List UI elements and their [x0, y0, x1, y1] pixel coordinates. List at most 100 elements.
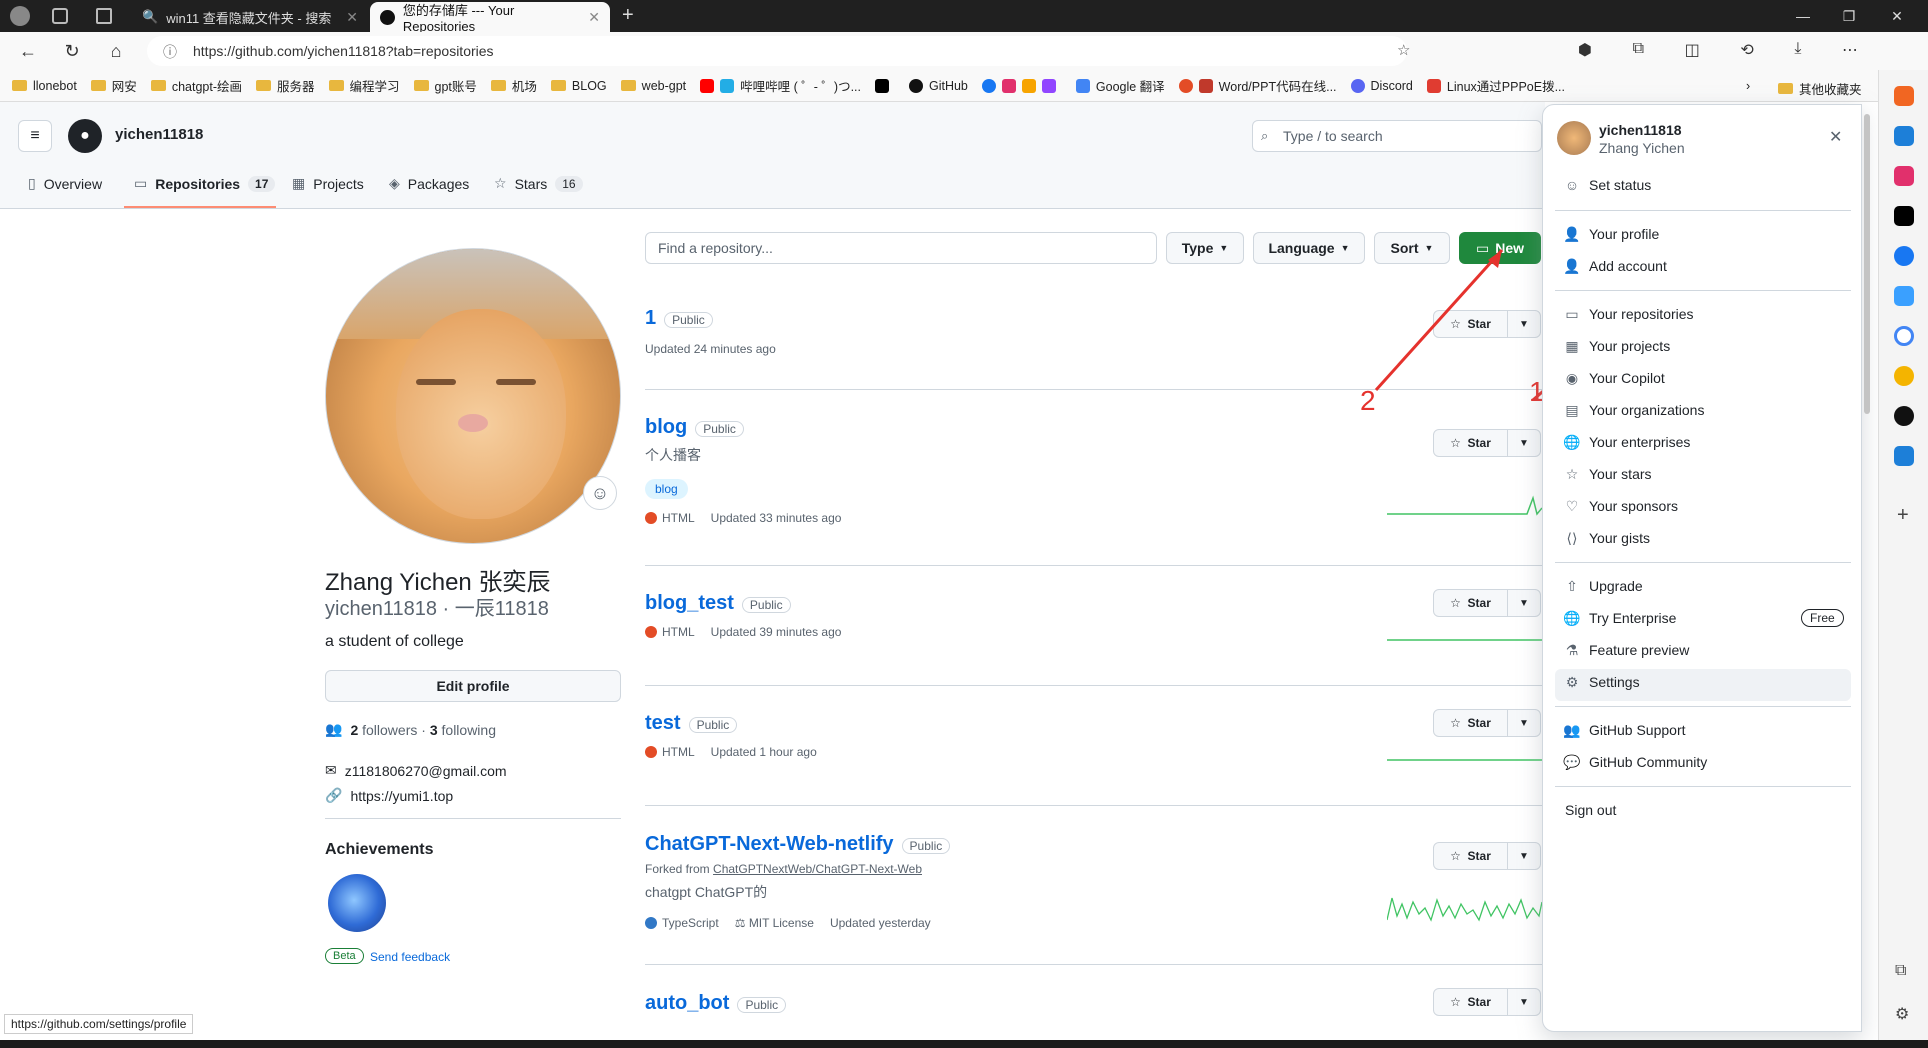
star-button[interactable]: ☆ Star ▼ — [1433, 842, 1541, 870]
profile-avatar[interactable] — [325, 248, 621, 544]
split-screen-icon[interactable]: ◫ — [1685, 40, 1700, 66]
tab-packages[interactable]: ◈ Packages — [389, 175, 469, 192]
tab-search[interactable]: 🔍 win11 查看隐藏文件夹 - 搜索 ✕ — [132, 2, 368, 32]
bookmark-other[interactable]: 其他收藏夹 — [1778, 79, 1862, 98]
tab-stars[interactable]: ☆ Stars 16 — [494, 175, 583, 192]
reload-button[interactable]: ↻ — [54, 35, 90, 67]
extension-icon[interactable]: ⬢ — [1578, 40, 1592, 66]
vertical-tabs-icon[interactable] — [96, 8, 112, 24]
bookmark-folder[interactable]: web-gpt — [620, 79, 686, 93]
bookmark-google-translate[interactable]: Google 翻译 — [1075, 76, 1165, 95]
tab-projects[interactable]: ▦ Projects — [292, 175, 364, 192]
add-icon[interactable]: + — [1897, 504, 1909, 527]
workspaces-icon[interactable] — [52, 8, 68, 24]
star-list-caret-icon[interactable]: ▼ — [1508, 438, 1540, 449]
feature-preview-item[interactable]: ⚗ Feature preview — [1566, 642, 1690, 659]
maximize-button[interactable]: ❐ — [1826, 0, 1872, 32]
instagram-icon[interactable] — [1894, 166, 1914, 186]
find-repository-input[interactable]: Find a repository... — [645, 232, 1157, 264]
upgrade-item[interactable]: ⇧ Upgrade — [1566, 578, 1643, 595]
search-input[interactable]: ⌕ Type / to search — [1252, 120, 1542, 152]
translate-icon[interactable] — [1894, 446, 1914, 466]
bookmark-folder[interactable]: 编程学习 — [328, 76, 400, 95]
close-icon[interactable]: ✕ — [346, 9, 358, 26]
hamburger-menu-button[interactable]: ≡ — [18, 120, 52, 152]
gear-icon[interactable]: ⚙ — [1895, 1004, 1909, 1024]
bookmark-word[interactable]: Word/PPT代码在线... — [1178, 76, 1337, 95]
bookmarks-more-chevron-icon[interactable]: › — [1746, 79, 1750, 93]
star-list-caret-icon[interactable]: ▼ — [1508, 851, 1540, 862]
github-logo-icon[interactable]: ● — [68, 119, 102, 153]
star-button[interactable]: ☆ Star ▼ — [1433, 429, 1541, 457]
bookmark-discord[interactable]: Discord — [1350, 78, 1413, 93]
bookmark-icons[interactable] — [981, 78, 1062, 93]
topic-tag[interactable]: blog — [645, 479, 688, 499]
bookmark-folder[interactable]: 机场 — [490, 76, 537, 95]
star-list-caret-icon[interactable]: ▼ — [1508, 997, 1540, 1008]
star-list-caret-icon[interactable]: ▼ — [1508, 718, 1540, 729]
star-button[interactable]: ☆ Star ▼ — [1433, 988, 1541, 1016]
your-enterprises-item[interactable]: 🌐 Your enterprises — [1563, 434, 1690, 451]
history-icon[interactable]: ⟲ — [1740, 40, 1753, 66]
your-repositories-item[interactable]: ▭ Your repositories — [1565, 306, 1693, 323]
header-username[interactable]: yichen11818 — [115, 126, 203, 143]
email-link[interactable]: z1181806270@gmail.com — [345, 763, 507, 779]
star-button[interactable]: ☆ Star ▼ — [1433, 709, 1541, 737]
bookmark-github[interactable]: GitHub — [908, 78, 968, 93]
cloud-icon[interactable] — [1894, 286, 1914, 306]
close-icon[interactable]: ✕ — [1829, 127, 1842, 147]
download-icon[interactable]: ⤓ — [1794, 40, 1801, 66]
tab-overview[interactable]: ▯ Overview — [28, 175, 102, 192]
tiktok-icon[interactable] — [1894, 206, 1914, 226]
forked-from-link[interactable]: ChatGPTNextWeb/ChatGPT-Next-Web — [713, 862, 922, 876]
sign-out-item[interactable]: Sign out — [1565, 802, 1616, 818]
close-icon[interactable]: ✕ — [588, 9, 600, 26]
website-link[interactable]: https://yumi1.top — [350, 788, 453, 804]
your-profile-item[interactable]: 👤 Your profile — [1563, 226, 1659, 243]
favorite-star-icon[interactable]: ☆ — [1397, 41, 1410, 59]
star-button[interactable]: ☆ Star ▼ — [1433, 589, 1541, 617]
minimize-button[interactable]: — — [1780, 0, 1826, 32]
bookmark-folder[interactable]: 网安 — [90, 76, 137, 95]
add-account-item[interactable]: 👤 Add account — [1563, 258, 1667, 275]
bookmark-folder[interactable]: gpt账号 — [413, 76, 477, 95]
your-copilot-item[interactable]: ◉ Your Copilot — [1566, 370, 1665, 387]
edit-profile-button[interactable]: Edit profile — [325, 670, 621, 702]
type-dropdown[interactable]: Type ▼ — [1166, 232, 1244, 264]
achievement-badge[interactable] — [328, 874, 386, 932]
address-bar[interactable]: ⓘ https://github.com/yichen11818?tab=rep… — [147, 36, 1410, 66]
following-count[interactable]: 3 — [430, 722, 438, 738]
set-status-item[interactable]: ☺ Set status — [1565, 177, 1651, 193]
site-info-icon[interactable]: ⓘ — [163, 42, 177, 62]
repo-name-link[interactable]: auto_bot — [645, 992, 729, 1014]
bookmark-folder[interactable]: 服务器 — [255, 76, 315, 95]
more-icon[interactable]: ⋯ — [1842, 40, 1858, 66]
send-icon[interactable] — [1894, 126, 1914, 146]
back-button[interactable]: ← — [10, 35, 46, 67]
github-community-item[interactable]: 💬 GitHub Community — [1563, 754, 1707, 771]
bookmark-linux[interactable]: Linux通过PPPoE拨... — [1426, 76, 1565, 95]
close-window-button[interactable]: ✕ — [1874, 0, 1920, 32]
home-button[interactable]: ⌂ — [98, 35, 134, 67]
repo-name-link[interactable]: blog_test — [645, 592, 734, 614]
your-organizations-item[interactable]: ▤ Your organizations — [1565, 402, 1704, 419]
google-icon[interactable] — [1894, 326, 1914, 346]
new-tab-button[interactable]: + — [622, 4, 634, 27]
screenshot-icon[interactable]: ⧉ — [1895, 962, 1906, 980]
repo-name-link[interactable]: test — [645, 712, 681, 734]
send-feedback-link[interactable]: Send feedback — [370, 950, 450, 964]
repo-name-link[interactable]: 1 — [645, 307, 656, 329]
extensions-icon[interactable]: ⧉ — [1633, 40, 1644, 66]
profile-icon[interactable] — [10, 6, 30, 26]
github-support-item[interactable]: 👥 GitHub Support — [1563, 722, 1685, 739]
your-sponsors-item[interactable]: ♡ Your sponsors — [1566, 498, 1678, 515]
tab-repositories[interactable]: 您的存储库 --- Your Repositories ✕ — [370, 2, 610, 34]
chrome-icon[interactable] — [1894, 366, 1914, 386]
following-link[interactable]: following — [442, 722, 496, 738]
your-gists-item[interactable]: ⟨⟩ Your gists — [1567, 530, 1650, 547]
settings-item[interactable]: ⚙ Settings — [1566, 674, 1640, 691]
toolbox-icon[interactable] — [1894, 86, 1914, 106]
followers-link[interactable]: followers — [362, 722, 417, 738]
camera-icon[interactable] — [1894, 406, 1914, 426]
bookmark-folder[interactable]: BLOG — [550, 79, 607, 93]
